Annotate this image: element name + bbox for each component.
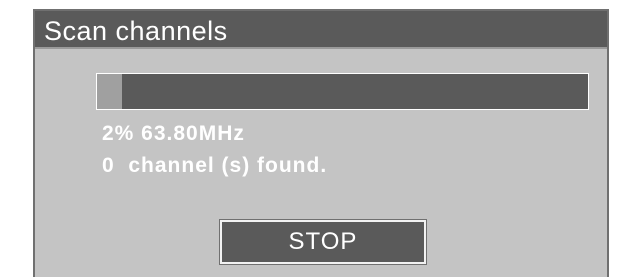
scan-progress-bar	[96, 73, 589, 110]
scan-channels-dialog: Scan channels 2% 63.80MHz 0 channel (s) …	[33, 9, 609, 277]
scan-progress-fill	[97, 74, 122, 109]
dialog-title: Scan channels	[44, 16, 228, 46]
scan-frequency-status: 2% 63.80MHz	[102, 122, 245, 145]
title-bar: Scan channels	[35, 11, 607, 49]
stop-button[interactable]: STOP	[219, 219, 427, 265]
stop-button-label: STOP	[288, 228, 358, 255]
channels-found-status: 0 channel (s) found.	[102, 154, 328, 177]
